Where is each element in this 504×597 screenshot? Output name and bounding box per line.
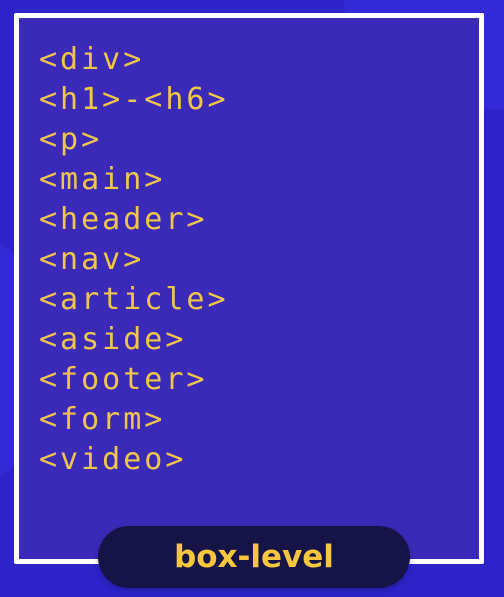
tag-item-aside: <aside> xyxy=(39,322,187,357)
tag-item-header: <header> xyxy=(39,202,208,237)
tag-item-main: <main> xyxy=(39,162,166,197)
slide-canvas: { "colors": { "background": "#2d23c9", "… xyxy=(0,0,504,597)
tag-item-article: <article> xyxy=(39,282,229,317)
tag-item-footer: <footer> xyxy=(39,362,208,397)
tag-item-video: <video> xyxy=(39,442,187,477)
category-badge: box-level xyxy=(98,526,410,588)
tag-item-headings: <h1>-<h6> xyxy=(39,82,229,117)
tag-item-form: <form> xyxy=(39,402,166,437)
badge-label: box-level xyxy=(174,539,334,575)
tag-item-div: <div> xyxy=(39,42,145,77)
tag-item-p: <p> xyxy=(39,122,103,157)
tag-list: <div> <h1>-<h6> <p> <main> <header> <nav… xyxy=(39,40,229,480)
tag-item-nav: <nav> xyxy=(39,242,145,277)
tag-list-panel: <div> <h1>-<h6> <p> <main> <header> <nav… xyxy=(14,13,484,564)
